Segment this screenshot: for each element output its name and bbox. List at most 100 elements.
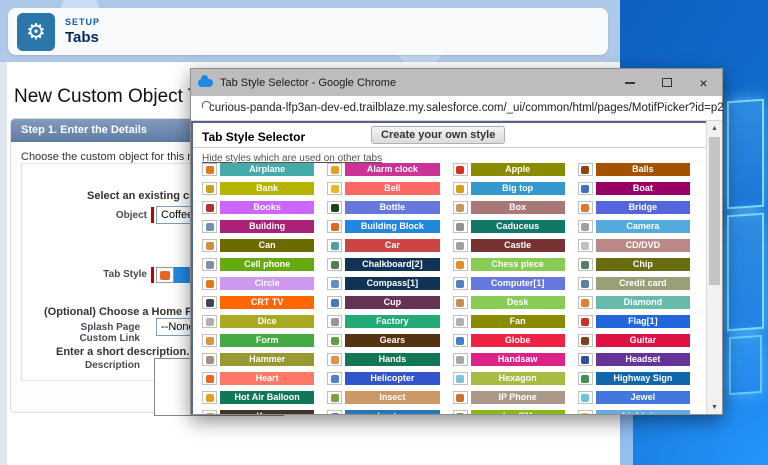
style-option-boat[interactable]: Boat — [578, 182, 690, 195]
maximize-button[interactable] — [648, 69, 685, 96]
style-option-keys[interactable]: Keys — [202, 410, 314, 414]
bridge-icon — [578, 201, 593, 214]
style-option-dice[interactable]: Dice — [202, 315, 314, 328]
chess-piece-icon-glyph — [456, 261, 464, 269]
object-select-value: Coffee — [161, 209, 193, 221]
style-option-desk[interactable]: Desk — [453, 296, 565, 309]
style-option-headset[interactable]: Headset — [578, 353, 690, 366]
style-option-big-top[interactable]: Big top — [453, 182, 565, 195]
style-option-label: Camera — [596, 220, 690, 233]
style-option-can[interactable]: Can — [202, 239, 314, 252]
style-option-bell[interactable]: Bell — [327, 182, 439, 195]
style-option-building[interactable]: Building — [202, 220, 314, 233]
style-option-box[interactable]: Box — [453, 201, 565, 214]
style-option-chalkboard-2[interactable]: Chalkboard[2] — [327, 258, 439, 271]
minimize-button[interactable] — [611, 69, 648, 96]
style-option-bottle[interactable]: Bottle — [327, 201, 439, 214]
setup-eyebrow: SETUP — [65, 17, 100, 27]
style-option-camera[interactable]: Camera — [578, 220, 690, 233]
style-option-hands[interactable]: Hands — [327, 353, 439, 366]
style-option-chip[interactable]: Chip — [578, 258, 690, 271]
style-option-heart[interactable]: Heart — [202, 372, 314, 385]
style-option-cup[interactable]: Cup — [327, 296, 439, 309]
style-option-books[interactable]: Books — [202, 201, 314, 214]
style-option-label: Heart — [220, 372, 314, 385]
setup-title: Tabs — [65, 29, 100, 46]
style-option-label: Big top — [471, 182, 565, 195]
style-option-computer-1[interactable]: Computer[1] — [453, 277, 565, 290]
hammer-icon — [202, 353, 217, 366]
style-option-label: Guitar — [596, 334, 690, 347]
style-option-helicopter[interactable]: Helicopter — [327, 372, 439, 385]
style-option-fan[interactable]: Fan — [453, 315, 565, 328]
description-instruction: Enter a short description. — [56, 346, 189, 358]
style-option-hammer[interactable]: Hammer — [202, 353, 314, 366]
style-option-airplane[interactable]: Airplane — [202, 163, 314, 176]
style-option-cd-dvd[interactable]: CD/DVD — [578, 239, 690, 252]
heart-icon-glyph — [206, 375, 214, 383]
style-option-highway-sign[interactable]: Highway Sign — [578, 372, 690, 385]
salesforce-cloud-icon — [198, 79, 213, 87]
style-option-label: Boat — [596, 182, 690, 195]
style-option-form[interactable]: Form — [202, 334, 314, 347]
splash-page-label: Splash Page Custom Link — [42, 322, 140, 344]
style-option-balls[interactable]: Balls — [578, 163, 690, 176]
style-option-apple[interactable]: Apple — [453, 163, 565, 176]
style-option-label: Laptop — [345, 410, 439, 414]
style-option-hexagon[interactable]: Hexagon — [453, 372, 565, 385]
alarm-clock-icon — [327, 163, 342, 176]
style-option-chess-piece[interactable]: Chess piece — [453, 258, 565, 271]
style-option-label: CD/DVD — [596, 239, 690, 252]
style-option-jewel[interactable]: Jewel — [578, 391, 690, 404]
popup-title-bar[interactable]: Tab Style Selector - Google Chrome × — [191, 69, 722, 96]
style-option-flag-1[interactable]: Flag[1] — [578, 315, 690, 328]
style-option-label: Cell phone — [220, 258, 314, 271]
style-option-cell-phone[interactable]: Cell phone — [202, 258, 314, 271]
scrollbar-thumb[interactable] — [709, 137, 720, 285]
style-option-building-block[interactable]: Building Block — [327, 220, 439, 233]
style-option-label: IP Phone — [471, 391, 565, 404]
style-option-lightning[interactable]: Lightning — [578, 410, 690, 414]
style-option-castle[interactable]: Castle — [453, 239, 565, 252]
style-option-label: Fan — [471, 315, 565, 328]
style-option-laptop[interactable]: Laptop — [327, 410, 439, 414]
style-option-credit-card[interactable]: Credit card — [578, 277, 690, 290]
laptop-icon-glyph — [331, 413, 339, 415]
style-option-alarm-clock[interactable]: Alarm clock — [327, 163, 439, 176]
style-option-factory[interactable]: Factory — [327, 315, 439, 328]
popup-url-bar[interactable]: curious-panda-lfp3an-dev-ed.trailblaze.m… — [191, 96, 722, 121]
bottle-icon — [327, 201, 342, 214]
keys-icon — [202, 410, 217, 414]
scroll-up-icon[interactable]: ▲ — [707, 121, 722, 135]
style-option-bridge[interactable]: Bridge — [578, 201, 690, 214]
popup-scrollbar[interactable]: ▲ ▼ — [706, 121, 722, 414]
description-label: Description — [42, 360, 140, 371]
style-option-leaf-1[interactable]: Leaf[1] — [453, 410, 565, 414]
style-option-handsaw[interactable]: Handsaw — [453, 353, 565, 366]
style-option-label: Hot Air Balloon — [220, 391, 314, 404]
style-option-diamond[interactable]: Diamond — [578, 296, 690, 309]
style-option-label: Building Block — [345, 220, 439, 233]
style-option-crt-tv[interactable]: CRT TV — [202, 296, 314, 309]
style-option-hot-air-balloon[interactable]: Hot Air Balloon — [202, 391, 314, 404]
maximize-icon — [662, 78, 672, 87]
style-option-guitar[interactable]: Guitar — [578, 334, 690, 347]
style-option-circle[interactable]: Circle — [202, 277, 314, 290]
selector-header: Tab Style Selector Create your own style — [193, 123, 722, 148]
style-option-caduceus[interactable]: Caduceus — [453, 220, 565, 233]
style-option-gears[interactable]: Gears — [327, 334, 439, 347]
computer-icon-glyph — [456, 280, 464, 288]
style-option-globe[interactable]: Globe — [453, 334, 565, 347]
style-option-ip-phone[interactable]: IP Phone — [453, 391, 565, 404]
tab-style-selector-popup: Tab Style Selector - Google Chrome × cur… — [190, 68, 723, 415]
scroll-down-icon[interactable]: ▼ — [707, 400, 722, 414]
create-your-own-style-button[interactable]: Create your own style — [371, 126, 505, 144]
style-option-car[interactable]: Car — [327, 239, 439, 252]
style-option-label: Insect — [345, 391, 439, 404]
style-option-bank[interactable]: Bank — [202, 182, 314, 195]
style-option-compass-1[interactable]: Compass[1] — [327, 277, 439, 290]
page-title: New Custom Object Tab — [14, 86, 219, 108]
close-button[interactable]: × — [685, 69, 722, 96]
style-option-insect[interactable]: Insect — [327, 391, 439, 404]
style-grid: Airplane Alarm clock Apple Balls Bank Bell Big… — [202, 163, 690, 414]
